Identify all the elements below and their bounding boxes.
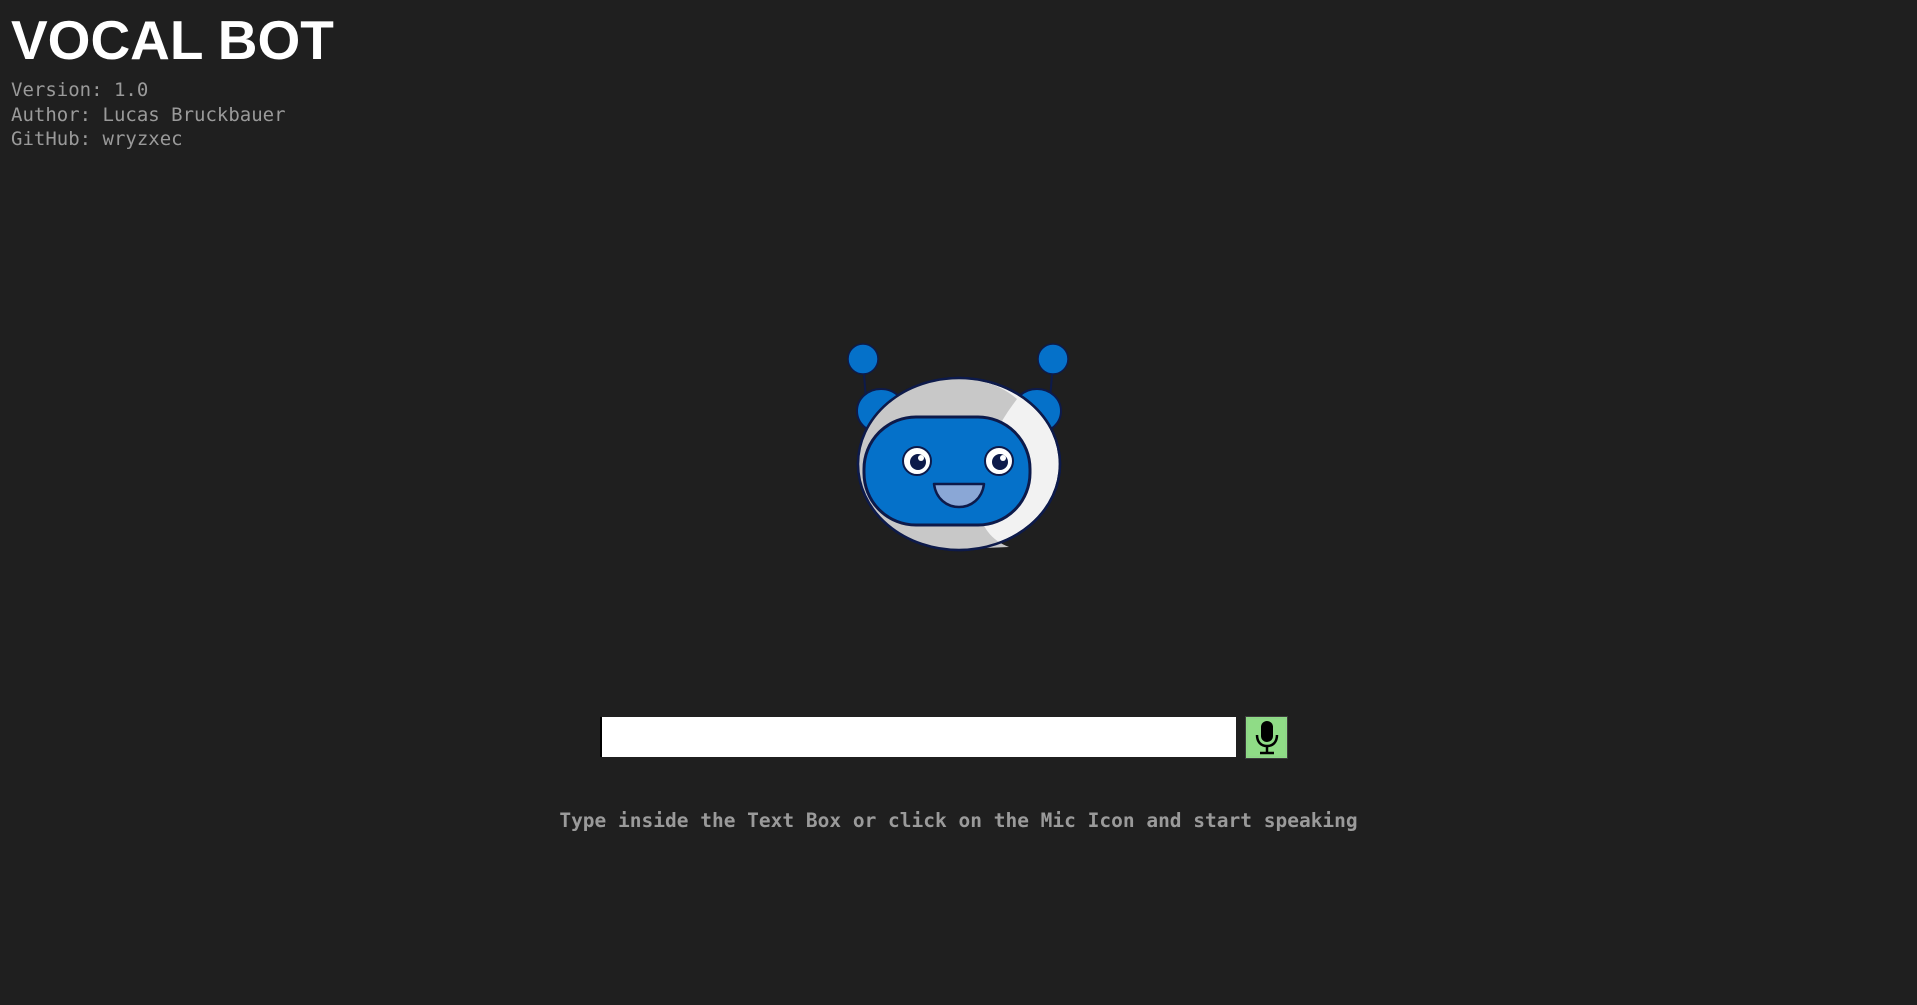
github-label: GitHub: wryzxec (11, 128, 183, 150)
version-label: Version: 1.0 (11, 79, 149, 101)
app-info: Version: 1.0 Author: Lucas Bruckbauer Gi… (11, 78, 286, 152)
mic-button[interactable] (1245, 716, 1288, 759)
instruction-hint: Type inside the Text Box or click on the… (559, 809, 1358, 832)
message-input[interactable] (600, 717, 1236, 757)
microphone-icon (1255, 720, 1278, 754)
robot-face-icon (847, 343, 1069, 552)
author-label: Author: Lucas Bruckbauer (11, 103, 286, 126)
app-title: VOCAL BOT (11, 9, 334, 71)
